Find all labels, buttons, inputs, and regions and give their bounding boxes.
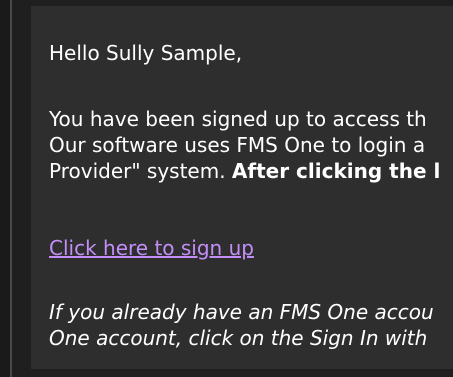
pane-divider[interactable] <box>10 0 12 377</box>
left-rail <box>0 0 10 377</box>
existing-account-note: If you already have an FMS One accou One… <box>49 299 434 351</box>
intro-line-3-bold: After clicking the l <box>231 159 441 183</box>
email-greeting: Hello Sully Sample, <box>49 41 243 65</box>
email-viewer: Hello Sully Sample, You have been signed… <box>0 0 453 377</box>
intro-line-2: Our software uses FMS One to login a <box>49 133 426 157</box>
email-intro-paragraph: You have been signed up to access th Our… <box>49 106 440 184</box>
intro-line-3: Provider" system. After clicking the l <box>49 158 440 184</box>
note-line-1: If you already have an FMS One accou <box>49 300 434 324</box>
note-line-2: One account, click on the Sign In with <box>49 326 428 350</box>
email-message-panel: Hello Sully Sample, You have been signed… <box>31 6 453 369</box>
intro-line-1: You have been signed up to access th <box>49 107 427 131</box>
intro-line-3-text: Provider" system. <box>49 159 232 183</box>
sign-up-link[interactable]: Click here to sign up <box>49 235 254 261</box>
